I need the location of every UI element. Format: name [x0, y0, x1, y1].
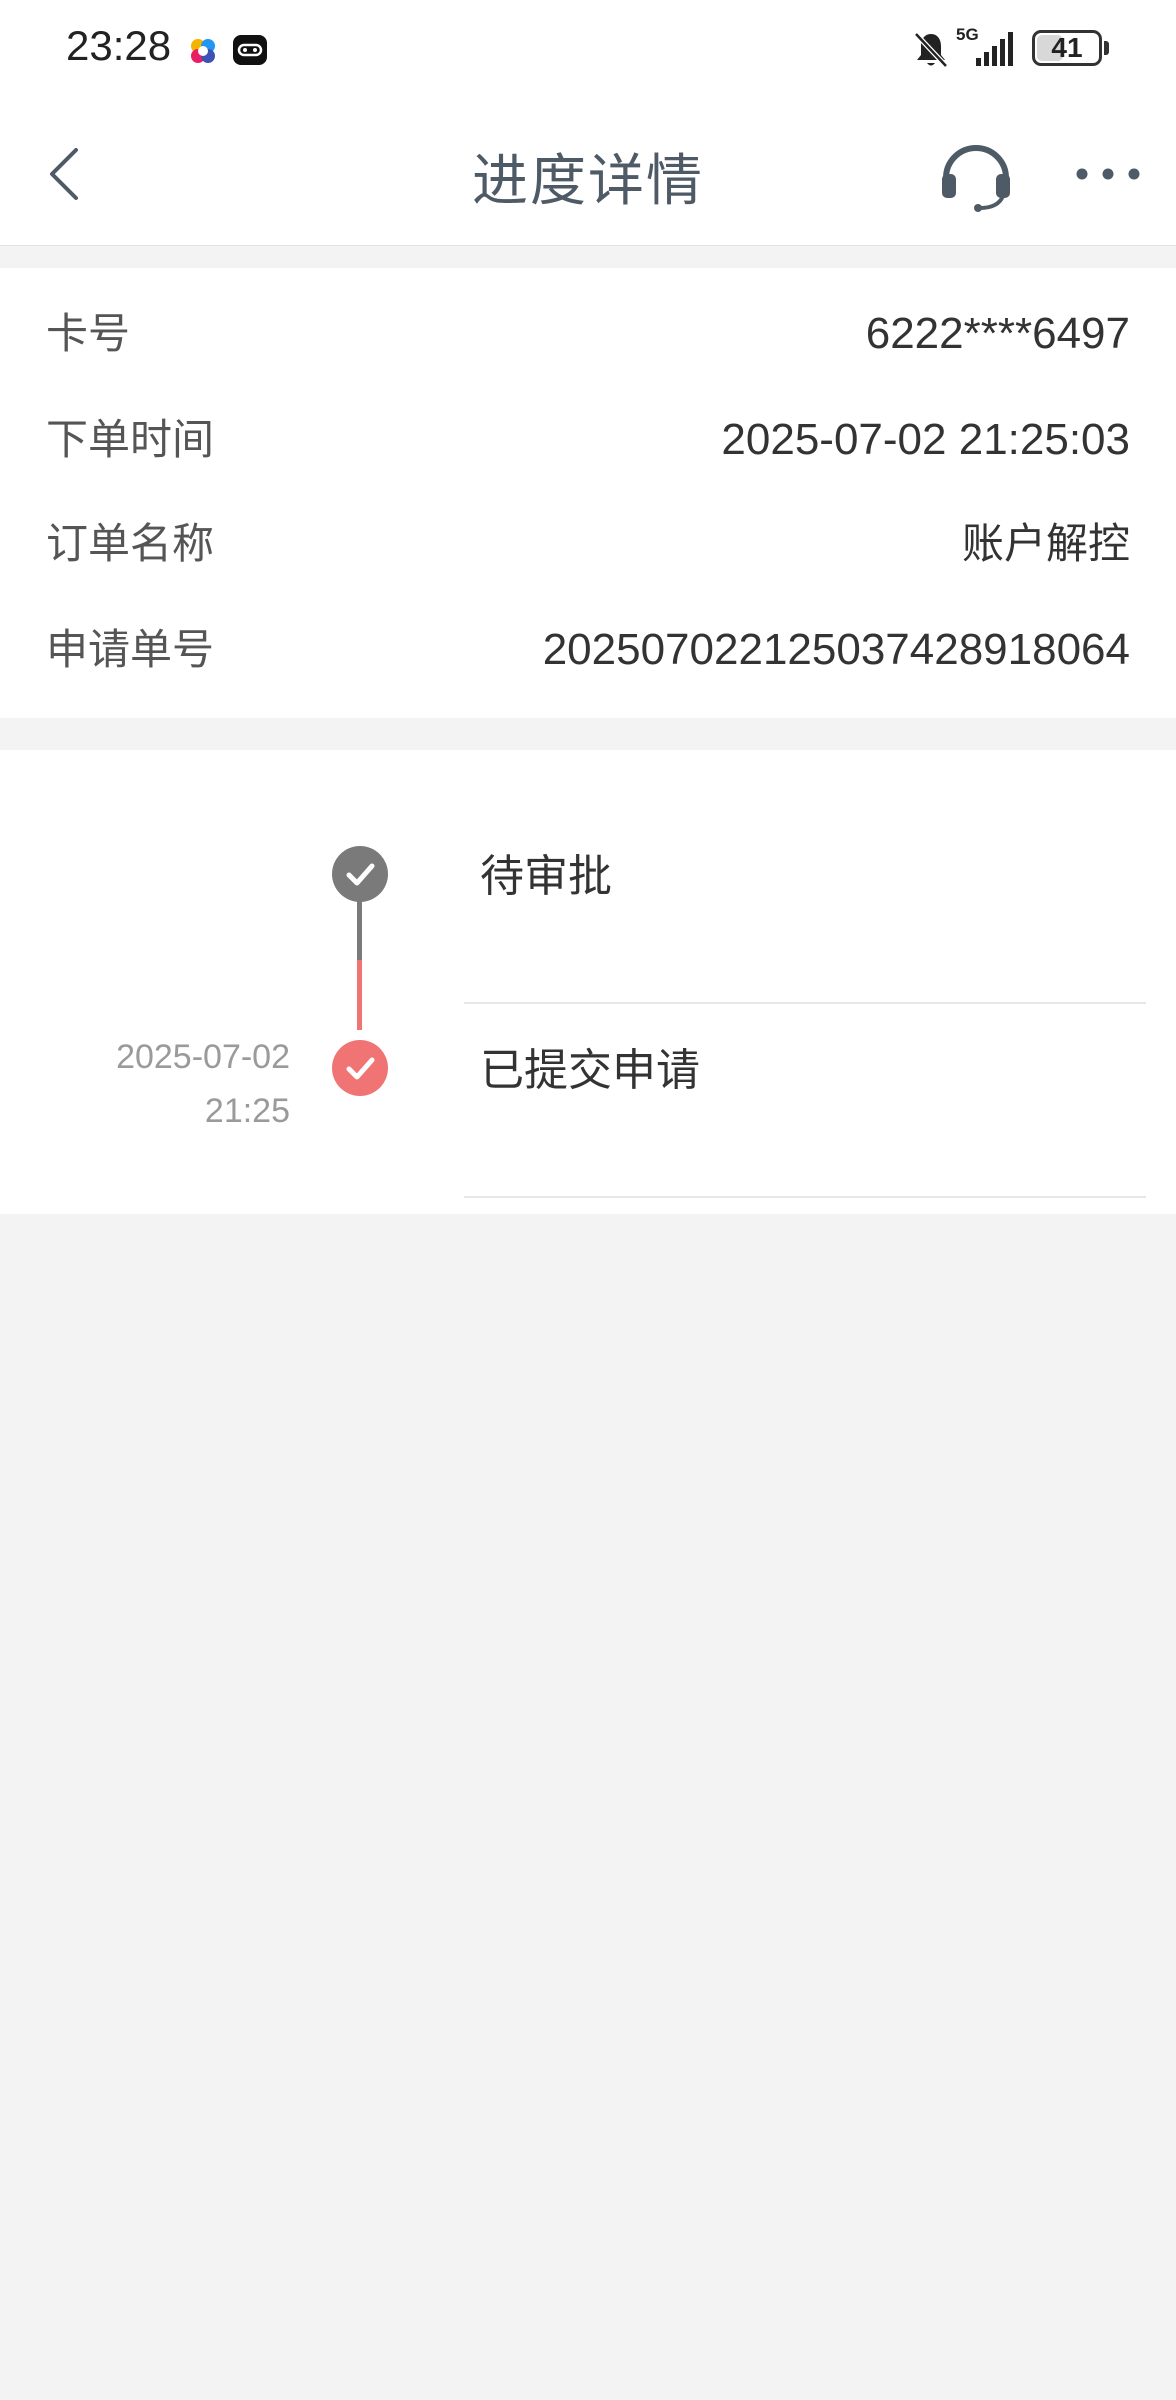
info-label: 申请单号: [46, 625, 215, 674]
nav-bar: 进度详情: [0, 100, 1176, 246]
info-row-application-number: 申请单号 202507022125037428918064: [0, 610, 1176, 690]
divider: [464, 1002, 1146, 1004]
bell-muted-icon: [914, 32, 948, 68]
timeline-step-date: 2025-07-02: [116, 1038, 290, 1076]
game-controller-icon: [233, 35, 267, 65]
status-bar: 23:28 5G 41: [0, 0, 1176, 100]
info-label: 下单时间: [46, 415, 215, 464]
headset-icon[interactable]: [936, 134, 1016, 214]
info-label: 订单名称: [46, 519, 215, 568]
status-time: 23:28: [66, 22, 172, 69]
check-circle-icon: [332, 1040, 388, 1096]
info-row-card-number: 卡号 6222****6497: [0, 294, 1176, 374]
progress-timeline: 待审批 2025-07-02 21:25 已提交申请: [0, 750, 1176, 1214]
signal-icon: [976, 32, 1013, 66]
info-row-order-time: 下单时间 2025-07-02 21:25:03: [0, 400, 1176, 480]
timeline-step-title: 待审批: [480, 851, 612, 902]
timeline-step-title: 已提交申请: [480, 1045, 700, 1096]
info-value: 6222****6497: [865, 309, 1130, 358]
divider: [464, 1196, 1146, 1198]
colorful-app-icon: [191, 39, 215, 63]
info-value: 账户解控: [961, 519, 1130, 568]
battery-tip: [1104, 41, 1109, 55]
check-circle-icon: [332, 846, 388, 902]
info-value: 2025-07-02 21:25:03: [721, 415, 1130, 464]
info-value: 202507022125037428918064: [542, 625, 1130, 674]
info-label: 卡号: [46, 309, 131, 358]
timeline-step-time: 21:25: [204, 1092, 290, 1130]
battery-icon: 41: [1032, 30, 1102, 66]
more-dots-icon[interactable]: [1072, 160, 1144, 188]
timeline-connector: [357, 960, 362, 1030]
battery-level: 41: [1051, 32, 1083, 63]
order-info-card: 卡号 6222****6497 下单时间 2025-07-02 21:25:03…: [0, 268, 1176, 718]
info-row-order-name: 订单名称 账户解控: [0, 504, 1176, 584]
